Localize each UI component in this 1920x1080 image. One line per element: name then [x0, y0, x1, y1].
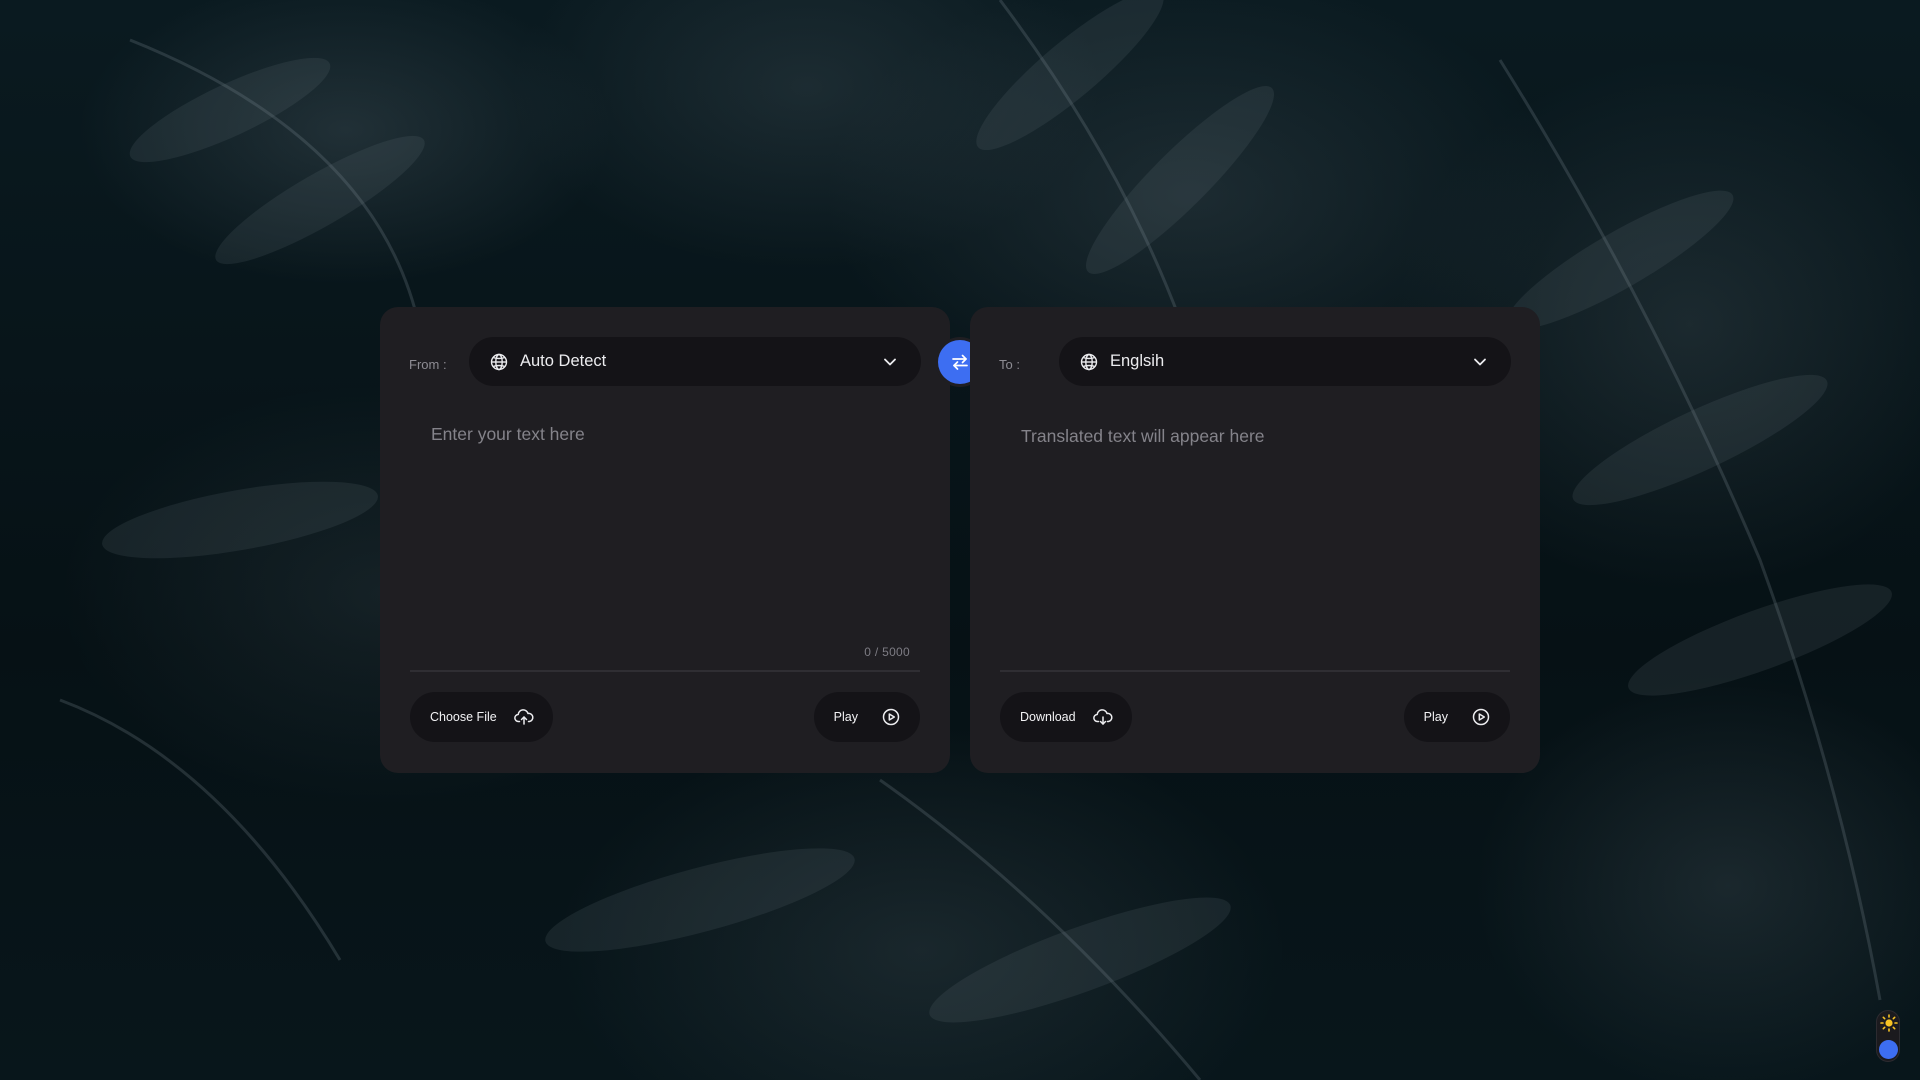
divider: [410, 670, 920, 672]
globe-icon: [1079, 352, 1099, 372]
source-play-button[interactable]: Play: [813, 692, 920, 742]
choose-file-button[interactable]: Choose File: [410, 692, 553, 742]
target-play-button[interactable]: Play: [1403, 692, 1510, 742]
globe-icon: [489, 352, 509, 372]
background-fern-image: [0, 0, 1920, 1080]
play-circle-icon: [1470, 706, 1492, 728]
chevron-down-icon: [1471, 353, 1489, 371]
target-play-label: Play: [1423, 710, 1448, 724]
source-text-input[interactable]: [429, 422, 910, 646]
toggle-knob: [1879, 1040, 1898, 1059]
source-play-label: Play: [833, 710, 858, 724]
target-panel: To : Englsih Translated text will appear…: [970, 307, 1540, 773]
target-language-select[interactable]: Englsih: [1059, 337, 1511, 386]
source-language-name: Auto Detect: [520, 352, 607, 370]
translated-output: Translated text will appear here: [1021, 426, 1265, 446]
character-counter: 0 / 5000: [864, 645, 910, 659]
divider: [1000, 670, 1510, 672]
source-language-row: From : Auto Detect: [409, 337, 921, 386]
from-label: From :: [409, 357, 447, 372]
theme-toggle[interactable]: [1876, 1010, 1900, 1062]
cloud-download-icon: [1092, 706, 1114, 728]
download-button[interactable]: Download: [1000, 692, 1132, 742]
sun-icon: [1879, 1013, 1899, 1033]
chevron-down-icon: [881, 353, 899, 371]
download-label: Download: [1020, 710, 1076, 724]
source-panel: From : Auto Detect 0 / 5000 Choose: [380, 307, 950, 773]
choose-file-label: Choose File: [430, 710, 497, 724]
source-language-select[interactable]: Auto Detect: [469, 337, 921, 386]
swap-arrows-icon: [949, 351, 971, 373]
cloud-upload-icon: [513, 706, 535, 728]
play-circle-icon: [880, 706, 902, 728]
to-label: To :: [999, 357, 1020, 372]
target-language-name: Englsih: [1110, 352, 1165, 370]
target-language-row: To : Englsih: [999, 337, 1511, 386]
